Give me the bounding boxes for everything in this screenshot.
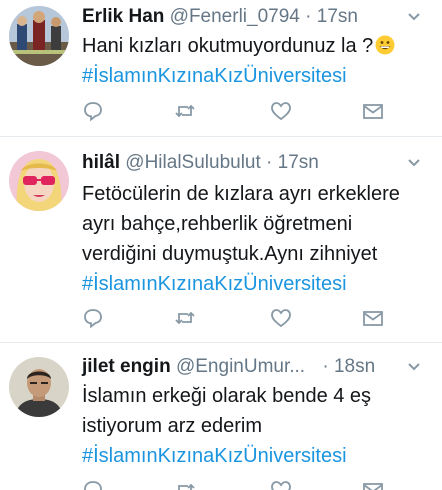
author-handle[interactable]: @HilalSulubulut [125,152,260,173]
text-line: ayrı bahçe,rehberlik öğretmeni [82,213,353,235]
chevron-down-icon[interactable] [406,355,422,384]
message-icon[interactable] [362,307,384,329]
like-icon[interactable] [270,307,292,329]
grinning-face-icon [375,34,395,55]
chevron-down-icon[interactable] [406,5,422,34]
like-icon[interactable] [270,100,292,122]
timestamp[interactable]: 18sn [334,356,375,377]
text-line: Hani kızları okutmuyordunuz la ? [82,31,432,61]
hashtag-link[interactable]: #İslamınKızınaKızÜniversitesi [82,441,432,471]
reply-icon[interactable] [82,479,104,490]
tweet-1[interactable]: Erlik Han @Fenerli_0794 · 17sn Hani kızl… [0,0,442,137]
retweet-icon[interactable] [174,307,196,329]
text-content: Hani kızları okutmuyordunuz la ? [82,35,374,57]
retweet-icon[interactable] [174,479,196,490]
retweet-icon[interactable] [174,100,196,122]
author-handle[interactable]: @EnginUmur... [176,356,305,377]
reply-icon[interactable] [82,307,104,329]
author-name[interactable]: Erlik Han [82,6,164,27]
chevron-down-icon[interactable] [406,151,422,180]
avatar[interactable] [9,151,69,211]
like-icon[interactable] [270,479,292,490]
text-line: Fetöcülerin de kızlara ayrı erkeklere [82,183,400,205]
tweet-actions [82,100,402,122]
author-name[interactable]: jilet engin [82,356,171,377]
avatar[interactable] [9,6,69,66]
tweet-text: Fetöcülerin de kızlara ayrı erkeklere ay… [82,179,432,299]
timestamp[interactable]: 17sn [317,6,358,27]
separator-dot: · [305,6,312,27]
tweet-header: jilet engin @EnginUmur... · 18sn [82,355,434,379]
separator-dot: · [266,152,273,173]
separator-dot: · [322,356,329,377]
tweet-actions [82,479,402,490]
avatar-photo-icon [9,357,69,417]
avatar[interactable] [9,357,69,417]
text-line: verdiğini duymuştuk.Aynı zihniyet [82,243,378,265]
tweet-2[interactable]: hilâl @HilalSulubulut · 17sn Fetöcülerin… [0,137,442,343]
hashtag-link[interactable]: #İslamınKızınaKızÜniversitesi [82,61,432,91]
tweet-header: hilâl @HilalSulubulut · 17sn [82,151,434,175]
author-name[interactable]: hilâl [82,152,120,173]
tweet-text: İslamın erkeği olarak bende 4 eş istiyor… [82,381,432,471]
avatar-image-icon [9,6,69,66]
text-line: İslamın erkeği olarak bende 4 eş [82,385,372,407]
avatar-illustration-icon [9,151,69,211]
message-icon[interactable] [362,100,384,122]
author-handle[interactable]: @Fenerli_0794 [170,6,300,27]
tweet-text: Hani kızları okutmuyordunuz la ? #İslamı… [82,31,432,91]
tweet-header: Erlik Han @Fenerli_0794 · 17sn [82,5,434,29]
tweet-3[interactable]: jilet engin @EnginUmur... · 18sn İslamın… [0,343,442,490]
tweet-actions [82,307,402,329]
reply-icon[interactable] [82,100,104,122]
hashtag-link[interactable]: #İslamınKızınaKızÜniversitesi [82,269,432,299]
timestamp[interactable]: 17sn [278,152,319,173]
message-icon[interactable] [362,479,384,490]
text-line: istiyorum arz ederim [82,415,263,437]
